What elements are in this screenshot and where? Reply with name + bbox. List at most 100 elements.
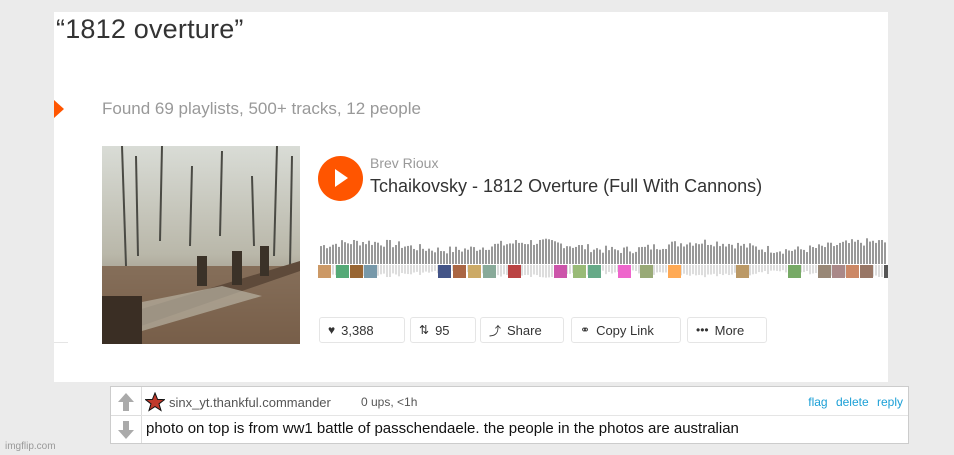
waveform-bar: [626, 246, 628, 264]
waveform-bar: [581, 245, 583, 264]
waveform-bar: [542, 239, 544, 264]
waveform-bar: [368, 240, 370, 264]
waveform-bar: [521, 242, 523, 264]
waveform-bar: [539, 239, 541, 264]
comment-avatar[interactable]: [884, 265, 888, 278]
waveform-bar: [467, 249, 469, 264]
waveform-bar: [704, 239, 706, 264]
more-button[interactable]: ••• More: [687, 317, 767, 343]
comment-avatar[interactable]: [336, 265, 349, 278]
copy-link-label: Copy Link: [596, 322, 654, 338]
like-button[interactable]: ♥ 3,388: [319, 317, 405, 343]
share-icon: ⤴: [489, 323, 502, 338]
waveform-bar: [461, 251, 463, 264]
waveform-bar: [749, 243, 751, 264]
waveform-bar: [716, 241, 718, 264]
comment-avatar[interactable]: [453, 265, 466, 278]
comment-avatar[interactable]: [508, 265, 521, 278]
comment-avatar[interactable]: [554, 265, 567, 278]
waveform-bar: [422, 248, 424, 264]
waveform-bar: [680, 243, 682, 264]
waveform-bar: [332, 244, 334, 264]
waveform-bar: [416, 250, 418, 264]
comment-avatar[interactable]: [588, 265, 601, 278]
copy-link-button[interactable]: ⚭ Copy Link: [571, 317, 681, 343]
comment-avatar[interactable]: [736, 265, 749, 278]
user-badge-icon[interactable]: [145, 392, 165, 412]
comment-avatar[interactable]: [573, 265, 586, 278]
waveform-bar: [389, 240, 391, 264]
waveform-bar: [752, 245, 754, 264]
comment-avatar[interactable]: [350, 265, 363, 278]
comment-avatar[interactable]: [318, 265, 331, 278]
waveform-bar: [683, 246, 685, 264]
waveform-bar: [518, 242, 520, 264]
waveform-bar: [344, 242, 346, 264]
waveform-bar: [833, 246, 835, 264]
waveform-bar: [641, 246, 643, 264]
comment-avatar[interactable]: [640, 265, 653, 278]
waveform-bar: [329, 246, 331, 264]
waveform-bar: [593, 249, 595, 264]
waveform-bar: [398, 241, 400, 264]
waveform-bar: [407, 245, 409, 264]
waveform-bar: [770, 252, 772, 264]
waveform-bar: [569, 246, 571, 264]
comment-avatar[interactable]: [483, 265, 496, 278]
waveform-bar: [596, 248, 598, 264]
track-title[interactable]: Tchaikovsky - 1812 Overture (Full With C…: [370, 176, 762, 197]
comment-avatar[interactable]: [846, 265, 859, 278]
waveform-bar: [365, 244, 367, 264]
vote-column: [111, 387, 142, 443]
comment-actions: flag delete reply: [803, 395, 903, 409]
waveform-bar: [836, 244, 838, 264]
waveform-bar: [362, 242, 364, 264]
waveform-bar: [701, 243, 703, 264]
comment-avatar[interactable]: [468, 265, 481, 278]
reply-link[interactable]: reply: [877, 395, 903, 409]
comment-avatar[interactable]: [818, 265, 831, 278]
waveform-bar: [878, 240, 880, 264]
track-artwork[interactable]: [102, 146, 300, 344]
waveform-bar: [845, 240, 847, 264]
waveform-bar: [353, 239, 355, 264]
share-button[interactable]: ⤴ Share: [480, 317, 564, 343]
waveform-bar: [776, 252, 778, 264]
waveform-bar: [767, 245, 769, 264]
comment-avatar[interactable]: [364, 265, 377, 278]
upvote-icon[interactable]: [117, 392, 135, 412]
waveform-bar: [755, 246, 757, 264]
waveform-bar: [815, 247, 817, 264]
play-button[interactable]: [318, 156, 363, 201]
waveform-bar: [410, 245, 412, 264]
comment-avatar[interactable]: [832, 265, 845, 278]
waveform-bar: [383, 246, 385, 264]
waveform-bar: [335, 243, 337, 264]
comment-avatar[interactable]: [668, 265, 681, 278]
waveform-bar: [827, 242, 829, 264]
waveform-bar: [425, 250, 427, 264]
waveform-bar: [839, 242, 841, 264]
waveform-bar: [632, 253, 634, 264]
comment-avatar[interactable]: [618, 265, 631, 278]
waveform-bar: [608, 250, 610, 264]
repost-button[interactable]: ⇅ 95: [410, 317, 476, 343]
waveform-bar: [560, 243, 562, 264]
track-user[interactable]: Brev Rioux: [370, 155, 438, 171]
downvote-icon[interactable]: [117, 420, 135, 440]
comment-avatar[interactable]: [788, 265, 801, 278]
comment-card: sinx_yt.thankful.commander 0 ups, <1h fl…: [110, 386, 909, 444]
comment-avatar[interactable]: [438, 265, 451, 278]
waveform-bar: [737, 242, 739, 264]
comment-username[interactable]: sinx_yt.thankful.commander: [169, 395, 331, 410]
screenshot-panel: “1812 overture” Found 69 playlists, 500+…: [54, 12, 888, 382]
waveform-bar: [347, 243, 349, 264]
comment-avatar[interactable]: [860, 265, 873, 278]
waveform-bar: [809, 245, 811, 264]
flag-link[interactable]: flag: [808, 395, 827, 409]
waveform-bar: [884, 242, 886, 264]
delete-link[interactable]: delete: [836, 395, 869, 409]
waveform-bar: [476, 250, 478, 264]
waveform-bar: [443, 251, 445, 264]
waveform-bar: [653, 244, 655, 264]
